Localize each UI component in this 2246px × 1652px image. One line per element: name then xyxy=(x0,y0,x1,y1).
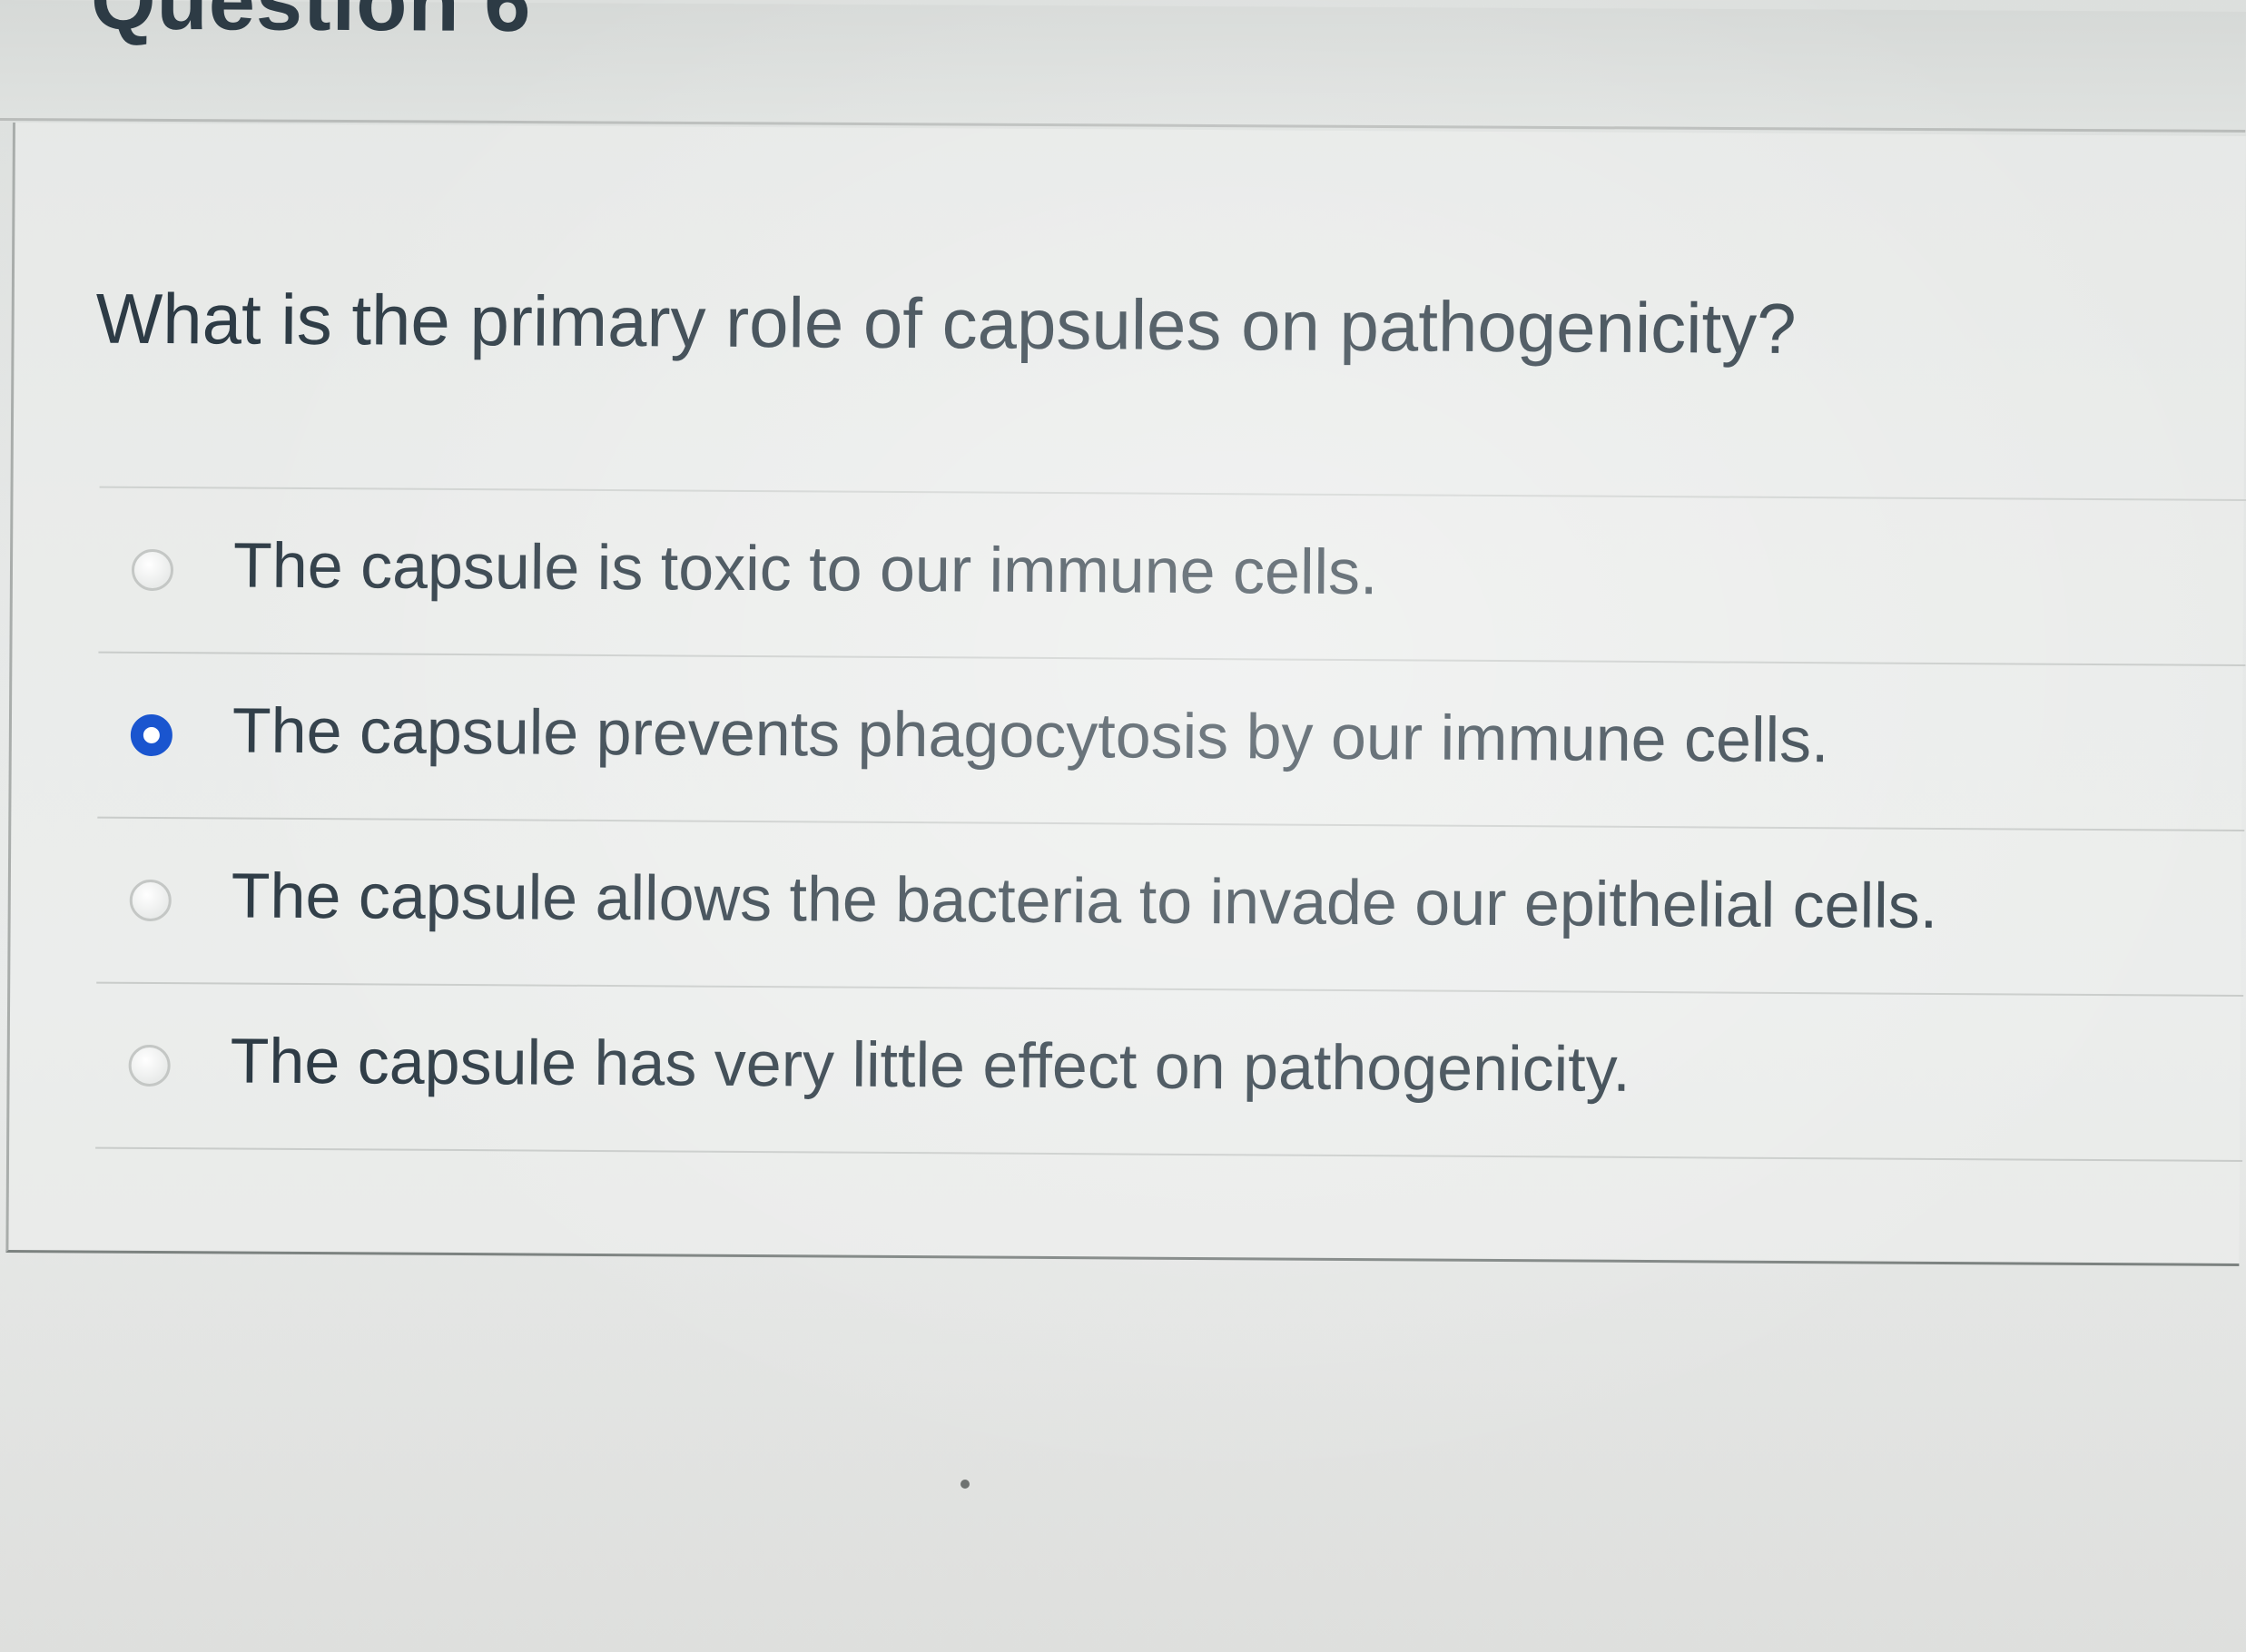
answer-label[interactable]: The capsule is toxic to our immune cells… xyxy=(233,528,1378,608)
radio-button-option-1[interactable] xyxy=(131,548,174,592)
answer-option-3[interactable]: The capsule allows the bacteria to invad… xyxy=(96,818,2245,998)
answer-option-1[interactable]: The capsule is toxic to our immune cells… xyxy=(98,487,2246,667)
answer-option-4[interactable]: The capsule has very little effect on pa… xyxy=(95,983,2244,1163)
answer-list: The capsule is toxic to our immune cells… xyxy=(95,486,2246,1163)
question-card: What is the primary role of capsules on … xyxy=(5,123,2246,1267)
radio-button-option-3[interactable] xyxy=(129,879,172,922)
radio-button-option-2[interactable] xyxy=(130,713,173,757)
question-header: Question 6 xyxy=(0,0,2246,133)
answer-label[interactable]: The capsule allows the bacteria to invad… xyxy=(231,859,1938,941)
screen-speck xyxy=(960,1480,970,1489)
question-text: What is the primary role of capsules on … xyxy=(95,278,1797,369)
answer-label[interactable]: The capsule prevents phagocytosis by our… xyxy=(232,693,1829,776)
question-title: Question 6 xyxy=(90,0,532,50)
answer-label[interactable]: The capsule has very little effect on pa… xyxy=(230,1024,1630,1105)
radio-button-option-4[interactable] xyxy=(128,1044,171,1087)
answer-option-2[interactable]: The capsule prevents phagocytosis by our… xyxy=(97,653,2246,832)
